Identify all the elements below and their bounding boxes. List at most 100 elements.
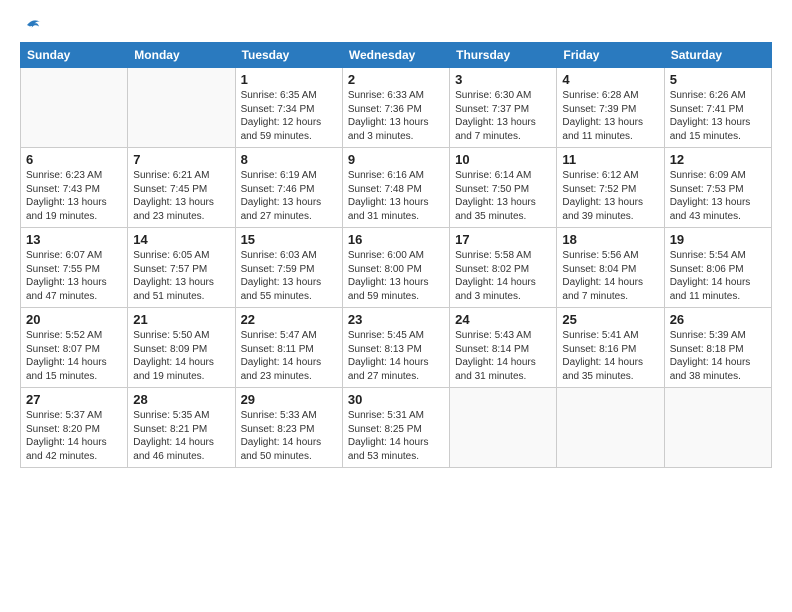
calendar-cell: 6 Sunrise: 6:23 AMSunset: 7:43 PMDaylight… [21,148,128,228]
header [20,16,772,34]
day-number: 5 [670,72,766,87]
day-number: 26 [670,312,766,327]
calendar-cell: 2 Sunrise: 6:33 AMSunset: 7:36 PMDaylight… [342,68,449,148]
day-info: Sunrise: 5:54 AMSunset: 8:06 PMDaylight:… [670,249,766,303]
day-info: Sunrise: 6:14 AMSunset: 7:50 PMDaylight:… [455,169,551,223]
day-number: 7 [133,152,229,167]
weekday-header-row: SundayMondayTuesdayWednesdayThursdayFrid… [21,43,772,68]
calendar-cell: 11 Sunrise: 6:12 AMSunset: 7:52 PMDayligh… [557,148,664,228]
week-row-2: 6 Sunrise: 6:23 AMSunset: 7:43 PMDaylight… [21,148,772,228]
week-row-1: 1 Sunrise: 6:35 AMSunset: 7:34 PMDaylight… [21,68,772,148]
day-info: Sunrise: 5:56 AMSunset: 8:04 PMDaylight:… [562,249,658,303]
calendar-cell: 28 Sunrise: 5:35 AMSunset: 8:21 PMDayligh… [128,388,235,468]
day-info: Sunrise: 6:35 AMSunset: 7:34 PMDaylight:… [241,89,337,143]
calendar-cell [450,388,557,468]
weekday-header-wednesday: Wednesday [342,43,449,68]
weekday-header-friday: Friday [557,43,664,68]
calendar-cell [557,388,664,468]
day-number: 19 [670,232,766,247]
calendar-cell: 14 Sunrise: 6:05 AMSunset: 7:57 PMDayligh… [128,228,235,308]
day-info: Sunrise: 6:30 AMSunset: 7:37 PMDaylight:… [455,89,551,143]
calendar-cell: 9Sunrise: 6:16 AMSunset: 7:48 PMDaylight… [342,148,449,228]
day-info: Sunrise: 6:33 AMSunset: 7:36 PMDaylight:… [348,89,444,143]
day-info: Sunrise: 5:47 AMSunset: 8:11 PMDaylight:… [241,329,337,383]
weekday-header-thursday: Thursday [450,43,557,68]
day-info: Sunrise: 5:41 AMSunset: 8:16 PMDaylight:… [562,329,658,383]
day-number: 25 [562,312,658,327]
calendar-cell: 17 Sunrise: 5:58 AMSunset: 8:02 PMDayligh… [450,228,557,308]
day-number: 24 [455,312,551,327]
logo [20,16,42,34]
day-number: 14 [133,232,229,247]
calendar-cell: 3 Sunrise: 6:30 AMSunset: 7:37 PMDaylight… [450,68,557,148]
day-number: 27 [26,392,122,407]
day-info: Sunrise: 6:05 AMSunset: 7:57 PMDaylight:… [133,249,229,303]
weekday-header-saturday: Saturday [664,43,771,68]
day-number: 29 [241,392,337,407]
day-info: Sunrise: 6:12 AMSunset: 7:52 PMDaylight:… [562,169,658,223]
calendar-table: SundayMondayTuesdayWednesdayThursdayFrid… [20,42,772,468]
day-number: 2 [348,72,444,87]
calendar-cell [21,68,128,148]
day-number: 12 [670,152,766,167]
calendar-cell: 21Sunrise: 5:50 AMSunset: 8:09 PMDayligh… [128,308,235,388]
week-row-4: 20Sunrise: 5:52 AMSunset: 8:07 PMDayligh… [21,308,772,388]
day-info: Sunrise: 6:03 AMSunset: 7:59 PMDaylight:… [241,249,337,303]
day-number: 3 [455,72,551,87]
day-number: 21 [133,312,229,327]
calendar-cell: 30 Sunrise: 5:31 AMSunset: 8:25 PMDayligh… [342,388,449,468]
day-info: Sunrise: 5:35 AMSunset: 8:21 PMDaylight:… [133,409,229,463]
day-info: Sunrise: 6:09 AMSunset: 7:53 PMDaylight:… [670,169,766,223]
day-info: Sunrise: 6:23 AMSunset: 7:43 PMDaylight:… [26,169,122,223]
calendar-cell: 10 Sunrise: 6:14 AMSunset: 7:50 PMDayligh… [450,148,557,228]
weekday-header-sunday: Sunday [21,43,128,68]
day-info: Sunrise: 5:52 AMSunset: 8:07 PMDaylight:… [26,329,122,383]
day-info: Sunrise: 5:31 AMSunset: 8:25 PMDaylight:… [348,409,444,463]
day-number: 8 [241,152,337,167]
day-number: 10 [455,152,551,167]
calendar-cell [128,68,235,148]
calendar-cell: 24 Sunrise: 5:43 AMSunset: 8:14 PMDayligh… [450,308,557,388]
day-info: Sunrise: 6:28 AMSunset: 7:39 PMDaylight:… [562,89,658,143]
day-info: Sunrise: 6:00 AMSunset: 8:00 PMDaylight:… [348,249,444,303]
day-number: 15 [241,232,337,247]
calendar-cell: 7 Sunrise: 6:21 AMSunset: 7:45 PMDaylight… [128,148,235,228]
calendar-cell: 29 Sunrise: 5:33 AMSunset: 8:23 PMDayligh… [235,388,342,468]
calendar-cell: 15 Sunrise: 6:03 AMSunset: 7:59 PMDayligh… [235,228,342,308]
weekday-header-tuesday: Tuesday [235,43,342,68]
day-number: 16 [348,232,444,247]
day-number: 18 [562,232,658,247]
calendar-cell: 5 Sunrise: 6:26 AMSunset: 7:41 PMDaylight… [664,68,771,148]
day-info: Sunrise: 6:19 AMSunset: 7:46 PMDaylight:… [241,169,337,223]
calendar-cell: 16 Sunrise: 6:00 AMSunset: 8:00 PMDayligh… [342,228,449,308]
calendar-cell: 1 Sunrise: 6:35 AMSunset: 7:34 PMDaylight… [235,68,342,148]
calendar-cell: 22Sunrise: 5:47 AMSunset: 8:11 PMDayligh… [235,308,342,388]
calendar-cell: 25 Sunrise: 5:41 AMSunset: 8:16 PMDayligh… [557,308,664,388]
day-number: 11 [562,152,658,167]
day-number: 1 [241,72,337,87]
calendar-cell: 13 Sunrise: 6:07 AMSunset: 7:55 PMDayligh… [21,228,128,308]
day-info: Sunrise: 5:37 AMSunset: 8:20 PMDaylight:… [26,409,122,463]
calendar-cell: 20Sunrise: 5:52 AMSunset: 8:07 PMDayligh… [21,308,128,388]
week-row-5: 27 Sunrise: 5:37 AMSunset: 8:20 PMDayligh… [21,388,772,468]
day-number: 28 [133,392,229,407]
day-number: 23 [348,312,444,327]
day-info: Sunrise: 5:43 AMSunset: 8:14 PMDaylight:… [455,329,551,383]
day-info: Sunrise: 6:26 AMSunset: 7:41 PMDaylight:… [670,89,766,143]
day-number: 17 [455,232,551,247]
calendar-cell: 23Sunrise: 5:45 AMSunset: 8:13 PMDayligh… [342,308,449,388]
day-number: 30 [348,392,444,407]
day-info: Sunrise: 6:07 AMSunset: 7:55 PMDaylight:… [26,249,122,303]
calendar-cell [664,388,771,468]
day-info: Sunrise: 5:58 AMSunset: 8:02 PMDaylight:… [455,249,551,303]
day-number: 9 [348,152,444,167]
day-number: 6 [26,152,122,167]
calendar-cell: 4Sunrise: 6:28 AMSunset: 7:39 PMDaylight… [557,68,664,148]
calendar-cell: 27 Sunrise: 5:37 AMSunset: 8:20 PMDayligh… [21,388,128,468]
page: SundayMondayTuesdayWednesdayThursdayFrid… [0,0,792,612]
day-number: 13 [26,232,122,247]
weekday-header-monday: Monday [128,43,235,68]
day-info: Sunrise: 6:21 AMSunset: 7:45 PMDaylight:… [133,169,229,223]
calendar-cell: 8 Sunrise: 6:19 AMSunset: 7:46 PMDaylight… [235,148,342,228]
day-info: Sunrise: 5:33 AMSunset: 8:23 PMDaylight:… [241,409,337,463]
